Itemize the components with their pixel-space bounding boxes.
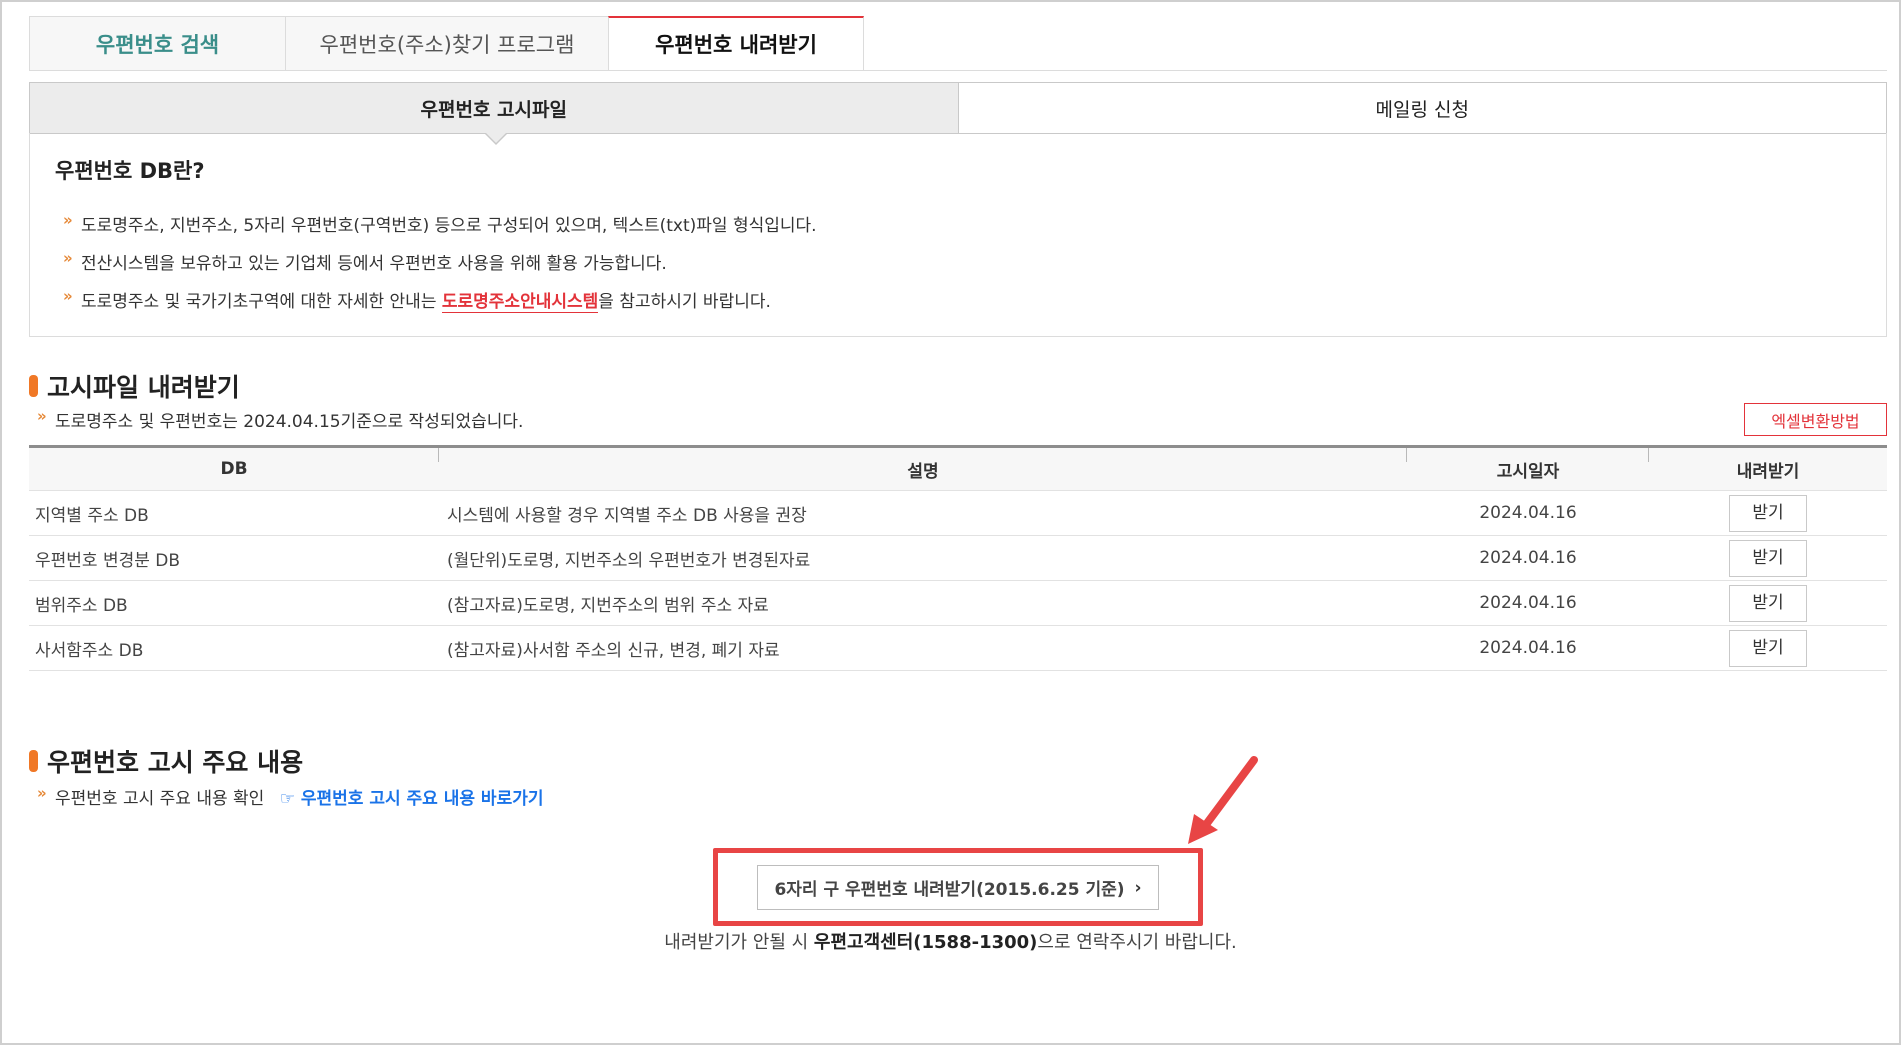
row-description: 시스템에 사용할 경우 지역별 주소 DB 사용을 권장 bbox=[439, 490, 1407, 536]
row-description: (월단위)도로명, 지번주소의 우편번호가 변경된자료 bbox=[439, 535, 1407, 581]
info-item: » 도로명주소 및 국가기초구역에 대한 자세한 안내는 도로명주소안내시스템을 … bbox=[63, 287, 771, 313]
tab-finder-program[interactable]: 우편번호(주소)찾기 프로그램 bbox=[285, 16, 608, 71]
excel-conversion-button[interactable]: 엑셀변환방법 bbox=[1744, 403, 1887, 436]
annotation-highlight-box bbox=[713, 848, 1203, 926]
row-description: (참고자료)도로명, 지번주소의 범위 주소 자료 bbox=[439, 580, 1407, 626]
row-db-name: 우편번호 변경분 DB bbox=[29, 535, 439, 581]
tab-underline bbox=[863, 70, 1887, 71]
table-row: 사서함주소 DB (참고자료)사서함 주소의 신규, 변경, 폐기 자료 202… bbox=[29, 625, 1887, 671]
row-date: 2024.04.16 bbox=[1407, 535, 1649, 581]
info-title: 우편번호 DB란? bbox=[55, 159, 205, 183]
row-db-name: 지역별 주소 DB bbox=[29, 490, 439, 536]
tab-postcode-search[interactable]: 우편번호 검색 bbox=[29, 16, 285, 71]
info-item: » 전산시스템을 보유하고 있는 기업체 등에서 우편번호 사용을 위해 활용 가… bbox=[63, 249, 667, 274]
download-button-changes[interactable]: 받기 bbox=[1729, 539, 1807, 577]
section-mark-icon bbox=[29, 375, 38, 397]
subtab-notice-file[interactable]: 우편번호 고시파일 bbox=[30, 83, 959, 133]
db-download-table: DB 설명 고시일자 내려받기 지역별 주소 DB 시스템에 사용할 경우 지역… bbox=[29, 445, 1887, 671]
bullet-icon: » bbox=[37, 407, 47, 425]
row-date: 2024.04.16 bbox=[1407, 625, 1649, 671]
notice-note: » 우편번호 고시 주요 내용 확인 ☞ 우편번호 고시 주요 내용 바로가기 bbox=[37, 784, 544, 809]
sub-tab-bar: 우편번호 고시파일 메일링 신청 bbox=[29, 82, 1887, 134]
annotation-arrow-icon bbox=[1188, 756, 1258, 844]
bullet-icon: » bbox=[37, 784, 47, 802]
download-section-title: 고시파일 내려받기 bbox=[29, 368, 240, 404]
row-date: 2024.04.16 bbox=[1407, 580, 1649, 626]
header-description: 설명 bbox=[439, 446, 1407, 491]
subtab-mailing-request[interactable]: 메일링 신청 bbox=[958, 83, 1886, 133]
row-db-name: 사서함주소 DB bbox=[29, 625, 439, 671]
header-notice-date: 고시일자 bbox=[1407, 446, 1649, 491]
row-description: (참고자료)사서함 주소의 신규, 변경, 폐기 자료 bbox=[439, 625, 1407, 671]
row-date: 2024.04.16 bbox=[1407, 490, 1649, 536]
table-row: 우편번호 변경분 DB (월단위)도로명, 지번주소의 우편번호가 변경된자료 … bbox=[29, 535, 1887, 581]
bullet-icon: » bbox=[63, 211, 73, 229]
road-address-system-link[interactable]: 도로명주소안내시스템 bbox=[441, 292, 599, 313]
bullet-icon: » bbox=[63, 249, 73, 267]
customer-center: 우편고객센터(1588-1300) bbox=[813, 932, 1038, 953]
download-button-pobox[interactable]: 받기 bbox=[1729, 629, 1807, 667]
header-db: DB bbox=[29, 446, 439, 491]
bullet-icon: » bbox=[63, 287, 73, 305]
download-button-range[interactable]: 받기 bbox=[1729, 584, 1807, 622]
header-download: 내려받기 bbox=[1649, 446, 1887, 491]
info-list: » 도로명주소, 지번주소, 5자리 우편번호(구역번호) 등으로 구성되어 있으… bbox=[55, 211, 1861, 313]
db-info-box: 우편번호 DB란? » 도로명주소, 지번주소, 5자리 우편번호(구역번호) 등… bbox=[29, 133, 1887, 337]
row-db-name: 범위주소 DB bbox=[29, 580, 439, 626]
section-mark-icon bbox=[29, 750, 38, 772]
notice-shortcut-link[interactable]: ☞ 우편번호 고시 주요 내용 바로가기 bbox=[280, 789, 544, 809]
notice-section-title: 우편번호 고시 주요 내용 bbox=[29, 743, 303, 779]
download-button-regional[interactable]: 받기 bbox=[1729, 494, 1807, 532]
contact-notice: 내려받기가 안될 시 우편고객센터(1588-1300)으로 연락주시기 바랍니… bbox=[664, 932, 1237, 953]
table-header-row: DB 설명 고시일자 내려받기 bbox=[29, 446, 1887, 491]
info-item: » 도로명주소, 지번주소, 5자리 우편번호(구역번호) 등으로 구성되어 있으… bbox=[63, 211, 817, 236]
download-note: » 도로명주소 및 우편번호는 2024.04.15기준으로 작성되었습니다. bbox=[37, 407, 524, 432]
tab-postcode-download[interactable]: 우편번호 내려받기 bbox=[608, 16, 864, 71]
top-tab-bar: 우편번호 검색 우편번호(주소)찾기 프로그램 우편번호 내려받기 bbox=[29, 16, 864, 71]
table-row: 범위주소 DB (참고자료)도로명, 지번주소의 범위 주소 자료 2024.0… bbox=[29, 580, 1887, 626]
table-row: 지역별 주소 DB 시스템에 사용할 경우 지역별 주소 DB 사용을 권장 2… bbox=[29, 490, 1887, 536]
